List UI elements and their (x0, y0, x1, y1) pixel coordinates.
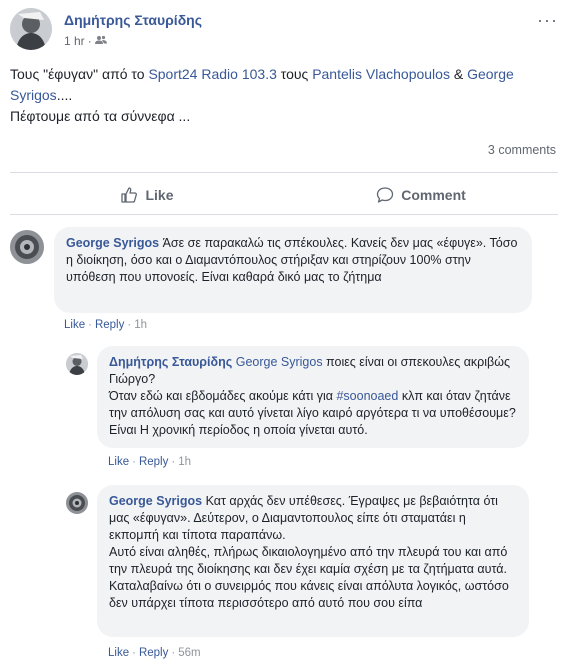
avatar-image (10, 230, 44, 264)
like-label: Like (145, 187, 174, 203)
divider (10, 172, 558, 173)
reply-author-link[interactable]: George Syrigos (109, 494, 202, 508)
reply-author-link[interactable]: Δημήτρης Σταυρίδης (109, 355, 232, 369)
hashtag-link[interactable]: #soonoaed (336, 389, 398, 403)
reply-avatar[interactable] (66, 492, 88, 514)
post-meta: 1 hr · (64, 34, 107, 48)
tagged-user-link[interactable]: George Syrigos (236, 355, 323, 369)
reply-reply-button[interactable]: Reply (139, 647, 168, 659)
reply-avatar[interactable] (66, 353, 88, 375)
post-time[interactable]: 1 hr (64, 34, 85, 48)
reply-like-button[interactable]: Like (108, 456, 129, 468)
comment-like-button[interactable]: Like (64, 319, 85, 331)
comment-reply-button[interactable]: Reply (95, 319, 124, 331)
comment-label: Comment (401, 187, 466, 203)
reply-actions: Like · Reply · 56m (108, 647, 201, 659)
post-author-name[interactable]: Δημήτρης Σταυρίδης (64, 12, 202, 28)
comment-actions: Like · Reply · 1h (64, 319, 147, 331)
reply-time[interactable]: 1h (178, 456, 191, 468)
post-text-line-1: Τους "έφυγαν" από το Sport24 Radio 103.3… (10, 66, 514, 103)
post-text: Τους "έφυγαν" από το Sport24 Radio 103.3… (10, 64, 558, 127)
reply-bubble: Δημήτρης Σταυρίδης George Syrigos ποιες … (97, 346, 529, 448)
comment-author-link[interactable]: George Syrigos (66, 236, 159, 250)
user-link-pantelis[interactable]: Pantelis Vlachopoulos (312, 66, 450, 82)
commenter-avatar[interactable] (10, 230, 44, 264)
avatar-image (66, 492, 88, 514)
more-options-button[interactable]: ··· (537, 10, 558, 31)
reply-actions: Like · Reply · 1h (108, 456, 191, 468)
divider (10, 214, 558, 215)
post-header: Δημήτρης Σταυρίδης 1 hr · ··· (10, 8, 558, 52)
friends-icon[interactable] (94, 34, 107, 48)
comment-time[interactable]: 1h (134, 319, 147, 331)
thumbs-up-icon (121, 187, 138, 203)
comment-bubble-icon (377, 187, 394, 203)
reply-bubble: George Syrigos Κατ αρχάς δεν υπέθεσες. Έ… (97, 485, 529, 637)
page-link-sport24[interactable]: Sport24 Radio 103.3 (148, 66, 276, 82)
comment-button[interactable]: Comment (284, 177, 558, 213)
avatar-image (66, 353, 88, 375)
post-text-line-2: Πέφτουμε από τα σύννεφα ... (10, 108, 191, 124)
like-button[interactable]: Like (10, 177, 284, 213)
reply-time[interactable]: 56m (178, 647, 200, 659)
author-avatar[interactable] (10, 8, 52, 50)
action-bar: Like Comment (10, 177, 558, 213)
avatar-image (10, 8, 52, 50)
reply-like-button[interactable]: Like (108, 647, 129, 659)
comments-count-link[interactable]: 3 comments (488, 143, 556, 157)
reply-text-2: Αυτό είναι αληθές, πλήρως δικαιολογημένο… (109, 545, 509, 610)
reply-reply-button[interactable]: Reply (139, 456, 168, 468)
comment-bubble: George Syrigos Άσε σε παρακαλώ τις σπέκο… (54, 227, 532, 313)
